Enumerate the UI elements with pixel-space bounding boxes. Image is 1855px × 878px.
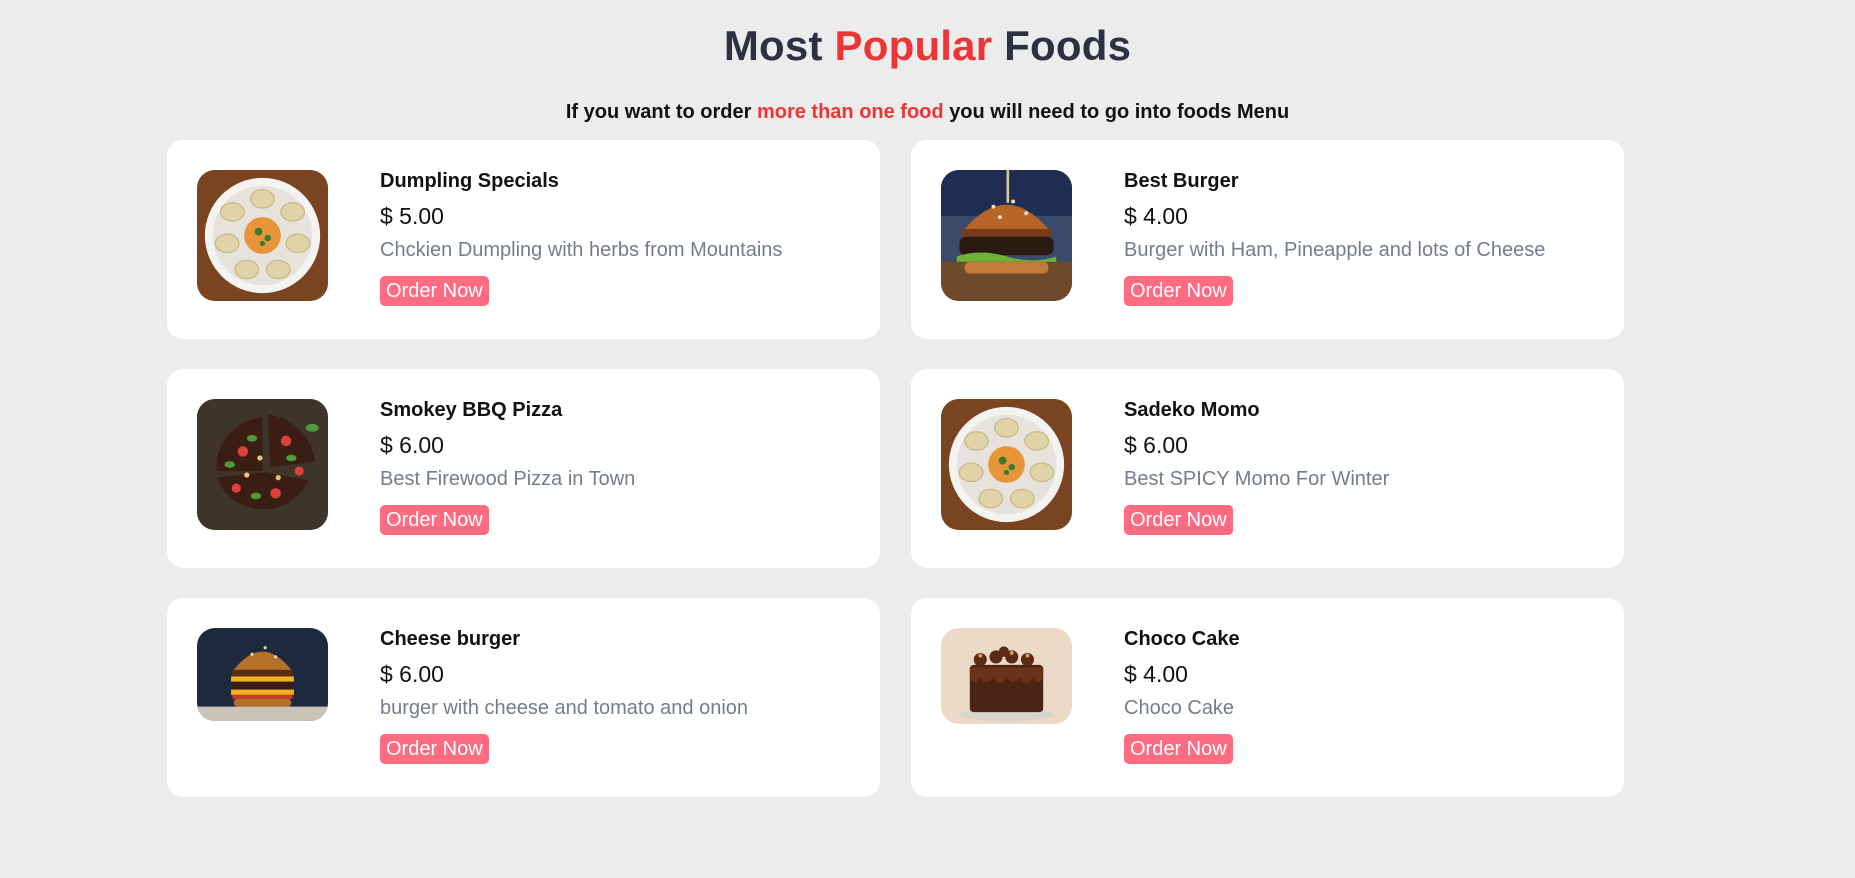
cheese-burger-icon — [197, 628, 328, 721]
food-image-momo — [941, 399, 1072, 530]
page-title-accent: Popular — [834, 22, 993, 69]
food-image-cheese-burger — [197, 628, 328, 721]
food-price: $ 6.00 — [1124, 432, 1188, 458]
food-description: Best SPICY Momo For Winter — [1124, 468, 1390, 490]
food-name: Cheese burger — [380, 628, 521, 650]
food-price: $ 5.00 — [380, 203, 444, 229]
page-title: Most Popular Foods — [0, 22, 1855, 70]
food-image-pizza — [197, 399, 328, 530]
food-image-burger — [941, 170, 1072, 301]
food-info: Dumpling Specials $ 5.00 Chckien Dumplin… — [380, 169, 860, 306]
food-price: $ 6.00 — [380, 432, 444, 458]
food-card: Choco Cake $ 4.00 Choco Cake Order Now — [911, 598, 1624, 797]
food-info: Cheese burger $ 6.00 burger with cheese … — [380, 627, 860, 764]
dumpling-plate-icon — [197, 170, 328, 301]
food-name: Sadeko Momo — [1124, 399, 1260, 421]
food-card: Sadeko Momo $ 6.00 Best SPICY Momo For W… — [911, 369, 1624, 568]
food-name: Best Burger — [1124, 170, 1239, 192]
page-title-part1: Most — [723, 22, 823, 69]
food-name: Dumpling Specials — [380, 170, 559, 192]
page-subtitle-accent: more than one food — [756, 101, 944, 123]
food-name: Smokey BBQ Pizza — [380, 399, 563, 421]
food-description: Burger with Ham, Pineapple and lots of C… — [1124, 239, 1546, 261]
food-description: Choco Cake — [1124, 697, 1235, 719]
food-card: Smokey BBQ Pizza $ 6.00 Best Firewood Pi… — [167, 369, 880, 568]
food-description: Best Firewood Pizza in Town — [380, 468, 636, 490]
food-image-chocolate-cake — [941, 628, 1072, 724]
food-description: Chckien Dumpling with herbs from Mountai… — [380, 239, 783, 261]
order-now-button[interactable]: Order Now — [1124, 505, 1233, 535]
food-description: burger with cheese and tomato and onion — [380, 697, 749, 719]
food-info: Best Burger $ 4.00 Burger with Ham, Pine… — [1124, 169, 1604, 306]
burger-icon — [941, 170, 1072, 301]
order-now-button[interactable]: Order Now — [1124, 734, 1233, 764]
pizza-icon — [197, 399, 328, 530]
food-info: Smokey BBQ Pizza $ 6.00 Best Firewood Pi… — [380, 398, 860, 535]
food-card: Best Burger $ 4.00 Burger with Ham, Pine… — [911, 140, 1624, 339]
dumpling-plate-icon — [941, 399, 1072, 530]
food-price: $ 6.00 — [380, 661, 444, 687]
food-card: Dumpling Specials $ 5.00 Chckien Dumplin… — [167, 140, 880, 339]
food-card: Cheese burger $ 6.00 burger with cheese … — [167, 598, 880, 797]
page-title-part2: Foods — [1004, 22, 1132, 69]
order-now-button[interactable]: Order Now — [380, 276, 489, 306]
order-now-button[interactable]: Order Now — [380, 505, 489, 535]
page-subtitle: If you want to order more than one food … — [0, 101, 1855, 124]
food-info: Sadeko Momo $ 6.00 Best SPICY Momo For W… — [1124, 398, 1604, 535]
page-subtitle-part2: you will need to go into foods Menu — [949, 101, 1290, 123]
food-price: $ 4.00 — [1124, 661, 1188, 687]
food-image-dumpling — [197, 170, 328, 301]
chocolate-cake-icon — [941, 628, 1072, 724]
page-subtitle-part1: If you want to order — [565, 101, 752, 123]
order-now-button[interactable]: Order Now — [380, 734, 489, 764]
food-price: $ 4.00 — [1124, 203, 1188, 229]
food-name: Choco Cake — [1124, 628, 1240, 650]
food-info: Choco Cake $ 4.00 Choco Cake Order Now — [1124, 627, 1604, 764]
order-now-button[interactable]: Order Now — [1124, 276, 1233, 306]
